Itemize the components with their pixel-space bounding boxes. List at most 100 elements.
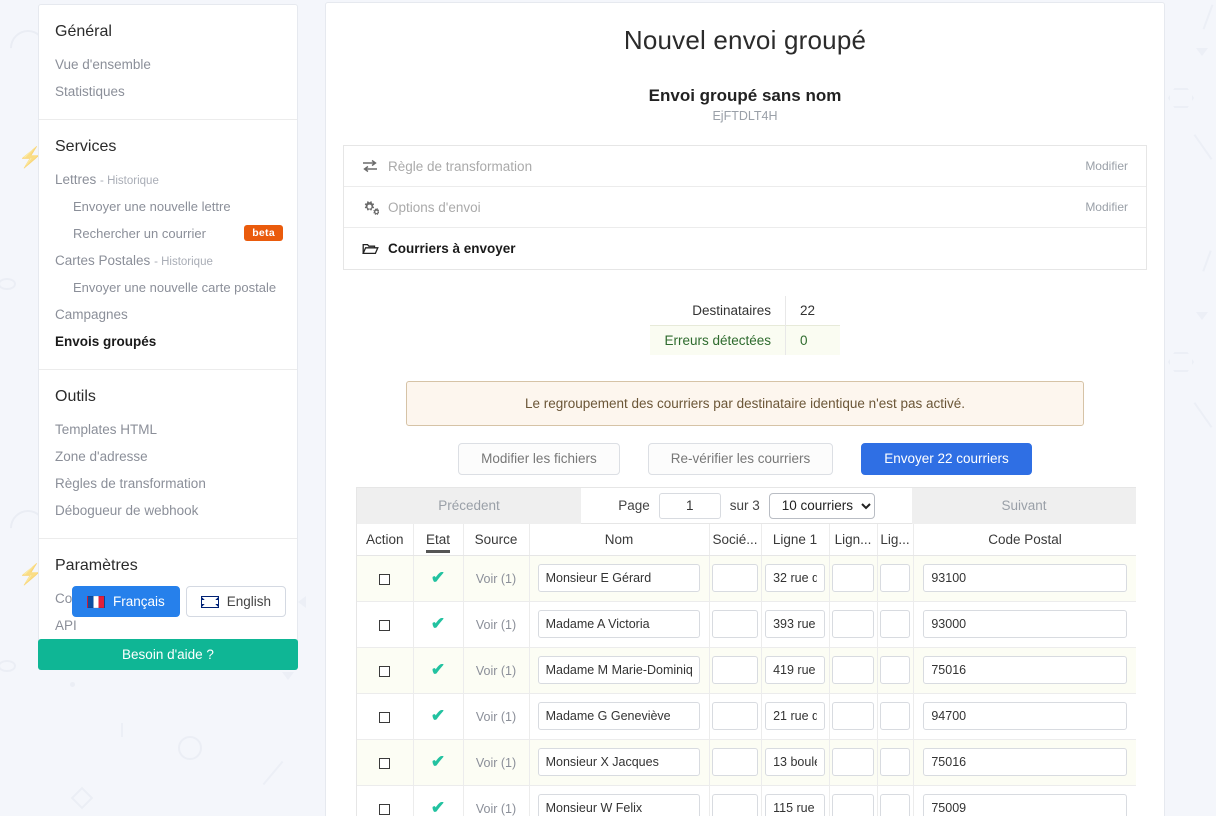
column-header-action[interactable]: Action	[357, 524, 414, 556]
cell-input[interactable]	[923, 610, 1127, 638]
cell-input[interactable]	[712, 564, 758, 592]
per-page-select[interactable]: 10 courriers	[768, 492, 875, 519]
view-source-link[interactable]: Voir (1)	[476, 802, 516, 816]
cell-input[interactable]	[712, 748, 758, 776]
status-check-icon: ✔	[430, 706, 446, 725]
cell-input[interactable]	[537, 748, 701, 776]
row-checkbox[interactable]	[379, 619, 391, 631]
cell-input[interactable]	[832, 610, 874, 638]
cell-input[interactable]	[712, 794, 758, 816]
section-row-courriers-a-envoyer[interactable]: Courriers à envoyer	[344, 228, 1146, 269]
view-source-link[interactable]: Voir (1)	[476, 572, 516, 586]
cell-input[interactable]	[712, 656, 758, 684]
section-row-options-denvoi[interactable]: Options d'envoi Modifier	[344, 187, 1146, 228]
cell-input[interactable]	[832, 656, 874, 684]
cell-input[interactable]	[765, 748, 825, 776]
cell-input[interactable]	[923, 748, 1127, 776]
view-source-link[interactable]: Voir (1)	[476, 710, 516, 724]
cell-input[interactable]	[879, 610, 911, 638]
section-edit-link[interactable]: Modifier	[1085, 159, 1128, 173]
cell-input[interactable]	[879, 656, 911, 684]
stats-value: 0	[785, 325, 840, 355]
cell-input[interactable]	[712, 702, 758, 730]
sidebar-item-rechercher-courrier[interactable]: Rechercher un courrier beta	[39, 220, 297, 247]
cell-input[interactable]	[879, 794, 911, 816]
view-source-link[interactable]: Voir (1)	[476, 664, 516, 678]
cell-input[interactable]	[537, 794, 701, 816]
column-header-etat[interactable]: Etat	[413, 524, 464, 556]
row-checkbox[interactable]	[379, 757, 391, 769]
column-header-code-postal[interactable]: Code Postal	[913, 524, 1136, 556]
cell-input[interactable]	[832, 794, 874, 816]
previous-page-button[interactable]: Précedent	[357, 488, 581, 524]
col-label: Lig...	[880, 531, 910, 547]
table-row: ✔ Voir (1)	[357, 785, 1136, 816]
row-checkbox[interactable]	[379, 711, 391, 723]
cell-input[interactable]	[879, 564, 911, 592]
sidebar-item-campagnes[interactable]: Campagnes	[39, 301, 297, 328]
decor-triangle-icon	[1196, 312, 1208, 320]
cell-input[interactable]	[879, 748, 911, 776]
next-page-button[interactable]: Suivant	[912, 488, 1136, 524]
send-mails-button[interactable]: Envoyer 22 courriers	[861, 443, 1032, 475]
sidebar-item-zone-dadresse[interactable]: Zone d'adresse	[39, 443, 297, 470]
exchange-arrows-icon	[362, 159, 388, 173]
sidebar-item-envois-groupes[interactable]: Envois groupés	[39, 328, 297, 355]
view-source-link[interactable]: Voir (1)	[476, 618, 516, 632]
section-row-regle-de-transformation[interactable]: Règle de transformation Modifier	[344, 146, 1146, 187]
sidebar-item-templates-html[interactable]: Templates HTML	[39, 416, 297, 443]
row-checkbox[interactable]	[379, 803, 391, 815]
cell-input[interactable]	[923, 564, 1127, 592]
language-button-francais[interactable]: Français	[72, 586, 180, 617]
recheck-mails-button[interactable]: Re-vérifier les courriers	[647, 443, 834, 475]
column-header-societe[interactable]: Socié...	[709, 524, 762, 556]
page-number-input[interactable]	[658, 492, 721, 519]
cell-input[interactable]	[537, 656, 701, 684]
column-header-nom[interactable]: Nom	[529, 524, 710, 556]
sidebar-item-envoyer-nouvelle-lettre[interactable]: Envoyer une nouvelle lettre	[39, 193, 297, 220]
cell-etat: ✔	[413, 647, 464, 694]
cell-input[interactable]	[923, 794, 1127, 816]
cell-source: Voir (1)	[463, 555, 530, 602]
cell-input[interactable]	[765, 564, 825, 592]
sidebar-item-cartes-postales[interactable]: Cartes Postales - Historique	[39, 247, 297, 274]
cell-input[interactable]	[712, 610, 758, 638]
cell-input[interactable]	[832, 564, 874, 592]
cell-input[interactable]	[537, 610, 701, 638]
edit-files-button[interactable]: Modifier les fichiers	[458, 443, 620, 475]
column-header-source[interactable]: Source	[463, 524, 530, 556]
row-checkbox[interactable]	[379, 665, 391, 677]
cell-input[interactable]	[923, 702, 1127, 730]
cell-input[interactable]	[537, 702, 701, 730]
column-header-ligne2[interactable]: Lign...	[829, 524, 878, 556]
sidebar-item-envoyer-nouvelle-carte-postale[interactable]: Envoyer une nouvelle carte postale	[39, 274, 297, 301]
cell-input[interactable]	[832, 702, 874, 730]
cell-input[interactable]	[765, 610, 825, 638]
view-source-link[interactable]: Voir (1)	[476, 756, 516, 770]
cell-action	[357, 693, 414, 740]
sidebar-item-lettres[interactable]: Lettres - Historique	[39, 166, 297, 193]
cell-input[interactable]	[765, 656, 825, 684]
column-header-ligne1[interactable]: Ligne 1	[761, 524, 830, 556]
cell-societe	[709, 785, 762, 816]
cell-input[interactable]	[879, 702, 911, 730]
cell-input[interactable]	[765, 794, 825, 816]
decor-ellipse-icon	[0, 278, 16, 290]
row-checkbox[interactable]	[379, 573, 391, 585]
sidebar-item-debogueur-de-webhook[interactable]: Débogueur de webhook	[39, 497, 297, 524]
section-edit-link[interactable]: Modifier	[1085, 200, 1128, 214]
sidebar-item-vue-densemble[interactable]: Vue d'ensemble	[39, 51, 297, 78]
cell-etat: ✔	[413, 693, 464, 740]
sidebar-item-regles-de-transformation[interactable]: Règles de transformation	[39, 470, 297, 497]
sidebar-group: Général Vue d'ensemble Statistiques	[39, 5, 297, 120]
cell-input[interactable]	[537, 564, 701, 592]
help-button[interactable]: Besoin d'aide ?	[38, 639, 298, 670]
cell-input[interactable]	[765, 702, 825, 730]
sidebar-group: Services Lettres - Historique Envoyer un…	[39, 120, 297, 370]
cell-input[interactable]	[832, 748, 874, 776]
cell-input[interactable]	[923, 656, 1127, 684]
sidebar-item-statistiques[interactable]: Statistiques	[39, 78, 297, 105]
language-button-english[interactable]: English	[185, 586, 287, 617]
status-check-icon: ✔	[430, 752, 446, 771]
column-header-ligne3[interactable]: Lig...	[877, 524, 914, 556]
